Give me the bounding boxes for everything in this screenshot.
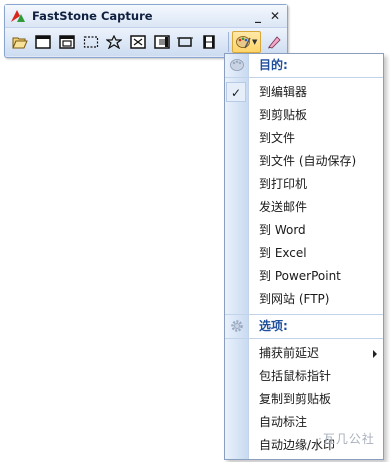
menu-item-option[interactable]: 包括鼠标指针 [225, 365, 383, 388]
close-button[interactable]: ✕ [269, 9, 281, 23]
pencil-settings-icon [268, 36, 281, 49]
palette-icon [236, 36, 251, 49]
open-file-icon [12, 37, 28, 49]
capture-fixed-region-icon [177, 37, 194, 47]
capture-active-window-button[interactable] [33, 31, 55, 53]
menu-item-destination[interactable]: 到打印机 [225, 173, 383, 196]
menu-item-destination[interactable]: ✓ 到编辑器 [225, 81, 383, 104]
chevron-down-icon: ▼ [251, 38, 258, 46]
menu-item-destination[interactable]: 到 Excel [225, 242, 383, 265]
output-destination-dropdown[interactable]: ▼ [231, 31, 262, 53]
menu-item-label: 包括鼠标指针 [259, 369, 332, 383]
menu-item-label: 到 PowerPoint [259, 269, 341, 283]
menu-item-label: 到文件 [259, 131, 296, 145]
capture-freehand-button[interactable] [104, 31, 126, 53]
capture-window-object-icon [59, 35, 75, 49]
capture-active-window-icon [35, 35, 52, 49]
faststone-logo-icon [11, 10, 25, 22]
open-file-button[interactable] [9, 31, 31, 53]
settings-button[interactable] [263, 31, 285, 53]
menu-item-option[interactable]: 捕获前延迟 [225, 342, 383, 365]
capture-rectangle-icon [83, 36, 98, 48]
menu-header-destination: 目的: [225, 54, 383, 78]
menu-item-label: 发送邮件 [259, 200, 308, 214]
capture-fixed-region-button[interactable] [175, 31, 197, 53]
faststone-toolbar-window: FastStone Capture _ ✕ ▼ [4, 4, 288, 58]
capture-fullscreen-button[interactable] [127, 31, 149, 53]
capture-fullscreen-icon [130, 35, 146, 49]
menu-item-destination[interactable]: 到 Word [225, 219, 383, 242]
checkmark-icon: ✓ [226, 82, 246, 102]
gear-icon [231, 320, 243, 332]
capture-scrolling-button[interactable] [151, 31, 173, 53]
chevron-right-icon [373, 350, 377, 358]
watermark-text: ·瓦几公社 [318, 432, 375, 446]
menu-item-label: 到文件 (自动保存) [259, 154, 357, 168]
menu-item-destination[interactable]: 到文件 [225, 127, 383, 150]
menu-item-label: 复制到剪贴板 [259, 392, 332, 406]
capture-scrolling-icon [154, 35, 170, 49]
menu-header-label: 选项: [259, 319, 288, 333]
menu-item-option[interactable]: 复制到剪贴板 [225, 388, 383, 411]
title-bar[interactable]: FastStone Capture _ ✕ [5, 5, 287, 28]
capture-freehand-icon [106, 35, 123, 49]
menu-item-label: 到打印机 [259, 177, 308, 191]
menu-item-destination[interactable]: 到网站 (FTP) [225, 288, 383, 311]
menu-item-label: 到剪贴板 [259, 108, 308, 122]
menu-item-label: 捕获前延迟 [259, 346, 320, 360]
menu-item-destination[interactable]: 到剪贴板 [225, 104, 383, 127]
palette-icon [230, 59, 244, 71]
menu-list: 目的: ✓ 到编辑器到剪贴板到文件到文件 (自动保存) 到打印机发送邮件到 Word… [225, 54, 383, 457]
menu-header-label: 目的: [259, 58, 288, 72]
menu-item-destination[interactable]: 到 PowerPoint [225, 265, 383, 288]
menu-item-destination[interactable]: 到文件 (自动保存) [225, 150, 383, 173]
menu-item-label: 到 Word [259, 223, 306, 237]
menu-header-options: 选项: [225, 314, 383, 339]
window-title: FastStone Capture [32, 9, 153, 23]
menu-item-label: 到 Excel [259, 246, 307, 260]
capture-toolbar: ▼ [5, 28, 287, 56]
screen-recorder-icon [203, 35, 215, 49]
menu-item-destination[interactable]: 发送邮件 [225, 196, 383, 219]
menu-item-label: 到编辑器 [259, 85, 308, 99]
toolbar-separator [227, 32, 229, 52]
screen-recorder-button[interactable] [198, 31, 220, 53]
output-destination-menu: 目的: ✓ 到编辑器到剪贴板到文件到文件 (自动保存) 到打印机发送邮件到 Word… [224, 53, 384, 460]
menu-item-label: 到网站 (FTP) [259, 292, 330, 306]
capture-rectangle-button[interactable] [80, 31, 102, 53]
capture-window-object-button[interactable] [56, 31, 78, 53]
minimize-button[interactable]: _ [252, 9, 264, 23]
menu-item-label: 自动标注 [259, 415, 308, 429]
